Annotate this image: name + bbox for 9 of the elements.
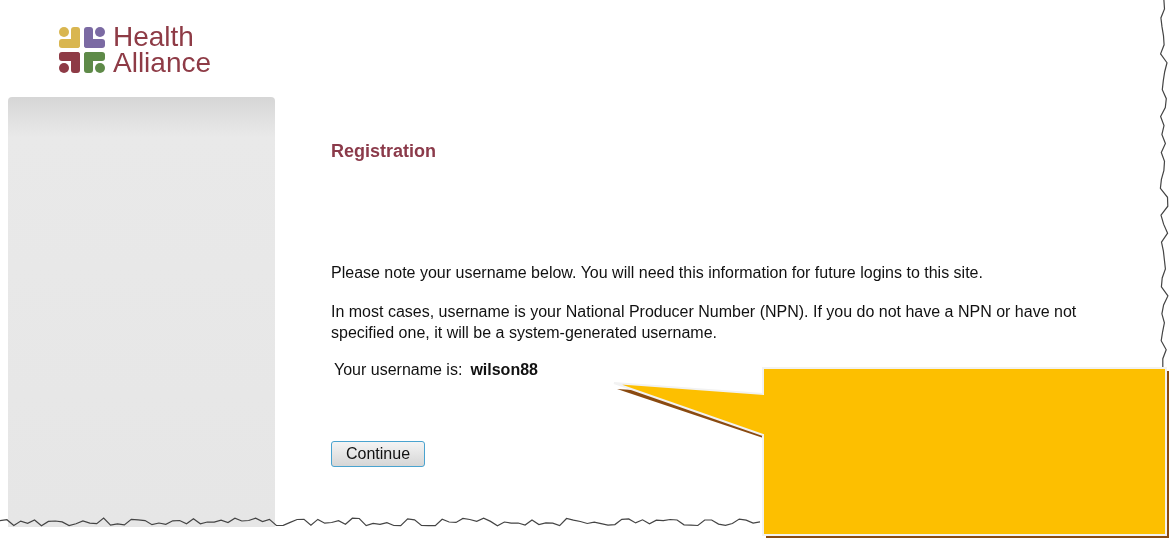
info-paragraph: In most cases, username is your National Producer Number (NPN). If you do not have a NPN or have not specified one, it will be a system-generated username. [331,302,1078,343]
logo-icon [57,25,107,75]
page-heading: Registration [331,141,437,162]
continue-button[interactable]: Continue [331,441,426,467]
logo-text: Health [113,24,195,50]
info-paragraph: Please note your username below. You will need this information for future logins to this site. [331,263,984,283]
username-value: wilson88 [470,361,538,379]
username-label: Your username is: [334,361,463,379]
logo-text: Alliance [113,50,212,76]
